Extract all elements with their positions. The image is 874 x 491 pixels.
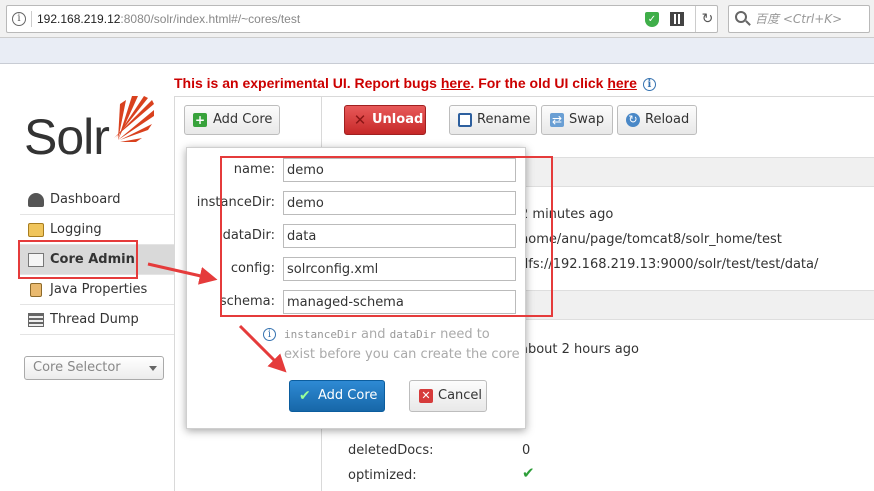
sidebar-item-dashboard[interactable]: Dashboard: [20, 185, 174, 215]
reload-icon: ↻: [626, 113, 640, 127]
info-icon[interactable]: i: [642, 78, 656, 91]
cancel-x-icon: ✕: [419, 389, 433, 403]
solr-sun-icon: [114, 96, 154, 142]
unload-x-icon: ✕: [353, 111, 367, 129]
sidebar-item-label: Thread Dump: [50, 312, 139, 327]
core-admin-highlight-box: [18, 240, 138, 279]
url-host: 192.168.219.12: [37, 12, 121, 26]
content-left-border: [174, 96, 175, 491]
last-modified-value: about 2 hours ago: [520, 342, 639, 357]
core-selector-dropdown[interactable]: Core Selector: [24, 356, 164, 380]
sidebar-item-label: Dashboard: [50, 192, 121, 207]
note-code-instance-dir: instanceDir: [284, 328, 357, 341]
core-selector-label: Core Selector: [33, 360, 121, 375]
dialog-cancel-button[interactable]: ✕ Cancel: [409, 380, 487, 412]
fields-highlight-box: [220, 156, 553, 317]
rename-button[interactable]: Rename: [449, 105, 537, 135]
reload-label: Reload: [645, 112, 690, 127]
instance-dir-value: home/anu/page/tomcat8/solr_home/test: [520, 232, 782, 247]
swap-icon: ⇄: [550, 113, 564, 127]
swap-button[interactable]: ⇄ Swap: [541, 105, 613, 135]
browser-search-input[interactable]: 百度 <Ctrl+K>: [728, 5, 870, 33]
thread-dump-icon: [28, 313, 44, 327]
plus-icon: +: [193, 113, 207, 127]
info-icon: i: [263, 328, 276, 341]
dialog-add-core-button[interactable]: ✔ Add Core: [289, 380, 385, 412]
sidebar-item-label: Java Properties: [50, 282, 148, 297]
dashboard-icon: [28, 193, 44, 207]
note-and: and: [356, 327, 390, 342]
logging-icon: [28, 223, 44, 237]
java-properties-icon: [30, 283, 42, 297]
rename-icon: [458, 113, 472, 127]
dialog-add-core-label: Add Core: [318, 388, 378, 403]
add-core-button[interactable]: + Add Core: [184, 105, 280, 135]
banner-middle: . For the old UI click: [470, 75, 608, 91]
browser-toolbar: i 192.168.219.12:8080/solr/index.html#/~…: [0, 0, 874, 38]
unload-label: Unload: [372, 112, 424, 127]
swap-label: Swap: [569, 112, 605, 127]
shield-icon[interactable]: ✓: [645, 12, 659, 27]
dialog-cancel-label: Cancel: [438, 388, 483, 403]
bookmarks-bar: [0, 38, 874, 64]
checkmark-icon: ✔: [299, 388, 311, 404]
banner-prefix: This is an experimental UI. Report bugs: [174, 75, 441, 91]
sidebar-item-java-properties[interactable]: Java Properties: [20, 275, 174, 305]
url-path: :8080/solr/index.html#/~cores/test: [120, 12, 301, 26]
optimized-label: optimized:: [348, 468, 417, 483]
deleted-docs-value: 0: [522, 443, 531, 458]
deleted-docs-label: deletedDocs:: [348, 443, 434, 458]
address-bar[interactable]: i 192.168.219.12:8080/solr/index.html#/~…: [6, 5, 718, 33]
note-code-data-dir: dataDir: [389, 328, 436, 341]
url-text[interactable]: 192.168.219.12:8080/solr/index.html#/~co…: [37, 6, 300, 32]
report-bugs-link[interactable]: here: [441, 75, 471, 91]
reload-button[interactable]: ↻ Reload: [617, 105, 697, 135]
rename-label: Rename: [477, 112, 531, 127]
search-icon: [735, 11, 747, 23]
note-text: instanceDir and dataDir need to exist be…: [284, 325, 524, 365]
qr-code-icon[interactable]: [670, 12, 684, 26]
old-ui-link[interactable]: here: [607, 75, 637, 91]
solr-logo-text[interactable]: Solr: [24, 108, 110, 166]
site-info-icon[interactable]: i: [7, 6, 31, 32]
address-separator: [31, 11, 32, 27]
add-core-label: Add Core: [213, 112, 273, 127]
content-top-border: [174, 96, 874, 97]
browser-reload-icon[interactable]: ↻: [695, 6, 719, 32]
sidebar-item-thread-dump[interactable]: Thread Dump: [20, 305, 174, 335]
optimized-check-icon: ✔: [522, 464, 535, 482]
unload-button[interactable]: ✕ Unload: [344, 105, 426, 135]
data-dir-value: dfs://192.168.219.13:9000/solr/test/test…: [520, 257, 819, 272]
search-placeholder: 百度 <Ctrl+K>: [755, 12, 843, 26]
experimental-banner: This is an experimental UI. Report bugs …: [174, 75, 656, 91]
chevron-down-icon: [149, 366, 157, 371]
